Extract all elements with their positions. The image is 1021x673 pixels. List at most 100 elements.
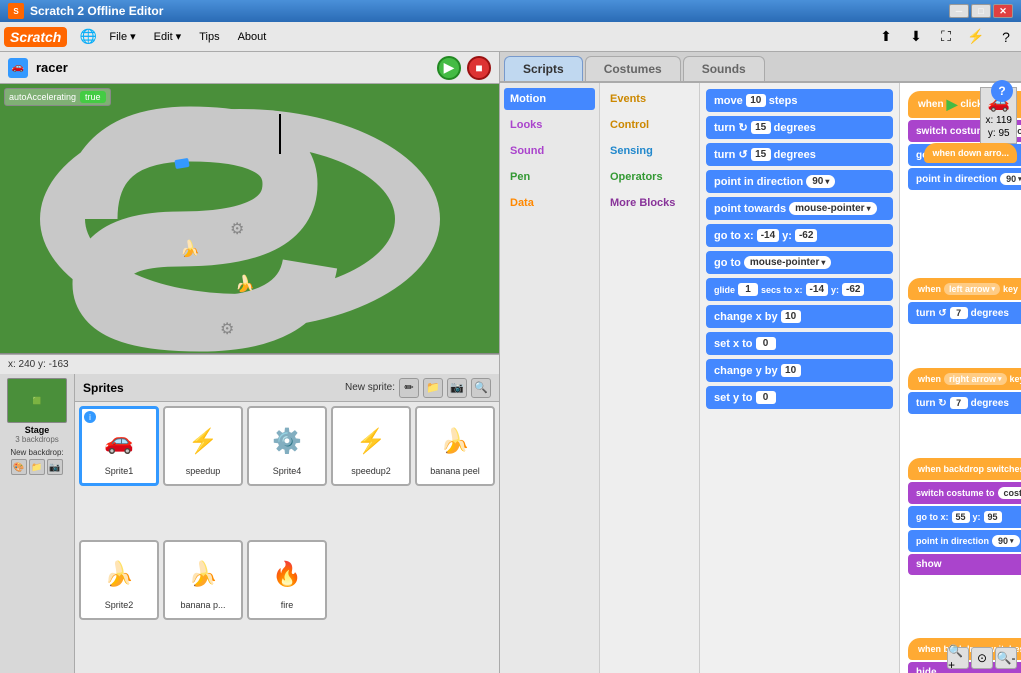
sblock-goto-55-95-2[interactable]: go to x: 55 y: 95	[908, 506, 1021, 528]
palette-item-operators[interactable]: Operators	[604, 166, 695, 188]
sblock-right-arrow[interactable]: when right arrow key pressed	[908, 368, 1021, 390]
sblock-turn-cw-7[interactable]: turn ↻ 7 degrees	[908, 392, 1021, 414]
block-point-towards[interactable]: point towards mouse-pointer	[706, 197, 893, 220]
sprite-thumb-name-sprite4: Sprite4	[273, 466, 302, 476]
new-backdrop-label: New backdrop:	[10, 448, 63, 457]
block-goto-xy[interactable]: go to x: -14 y: -62	[706, 224, 893, 247]
zoom-reset-btn[interactable]: ⊙	[971, 647, 993, 669]
file-menu[interactable]: File ▾	[101, 26, 143, 47]
block-move[interactable]: move 10 steps	[706, 89, 893, 112]
sprite-thumb-banana-p[interactable]: 🍌 banana p...	[163, 540, 243, 620]
block-point-dir-dropdown[interactable]: 90	[806, 175, 835, 188]
block-set-x[interactable]: set x to 0	[706, 332, 893, 355]
edit-menu[interactable]: Edit ▾	[146, 26, 190, 47]
block-change-x[interactable]: change x by 10	[706, 305, 893, 328]
palette-item-sensing[interactable]: Sensing	[604, 140, 695, 162]
tab-scripts[interactable]: Scripts	[504, 56, 583, 81]
sprite-thumb-name-speedup2: speedup2	[351, 466, 391, 476]
costume2-dropdown[interactable]: costume1	[998, 487, 1021, 499]
script-group-2: when left arrow key pressed turn ↺ 7 deg…	[908, 278, 1021, 324]
sprite-thumb-speedup[interactable]: ⚡ speedup	[163, 406, 243, 486]
palette-left: Motion Looks Sound Pen Data	[500, 83, 600, 673]
stage-header: 🚗 racer ▶ ■	[0, 52, 499, 84]
stop-button[interactable]: ■	[467, 56, 491, 80]
palette-item-more[interactable]: More Blocks	[604, 192, 695, 214]
download-icon[interactable]: ⬇	[905, 26, 927, 48]
sprite-thumb-name-sprite1: Sprite1	[105, 466, 134, 476]
camera-backdrop-btn[interactable]: 📷	[47, 459, 63, 475]
gear-sprite-1: ⚙	[230, 219, 244, 239]
green-flag-button[interactable]: ▶	[437, 56, 461, 80]
paint-sprite-btn[interactable]: ✏	[399, 378, 419, 398]
sblock-point-dir-90-2[interactable]: point in direction 90	[908, 530, 1021, 552]
camera-sprite-btn[interactable]: 📷	[447, 378, 467, 398]
backdrop-actions: 🎨 📁 📷	[11, 459, 63, 475]
maximize-button[interactable]: □	[971, 4, 991, 18]
paint-backdrop-btn[interactable]: 🎨	[11, 459, 27, 475]
upload-sprite-btn[interactable]: 📁	[423, 378, 443, 398]
sprite-thumb-banana-peel[interactable]: 🍌 banana peel	[415, 406, 495, 486]
sprite-thumb-sprite1[interactable]: i 🚗 Sprite1	[79, 406, 159, 486]
coord-bar: x: 240 y: -163	[0, 354, 499, 374]
block-point-towards-dropdown[interactable]: mouse-pointer	[789, 202, 876, 215]
block-glide[interactable]: glide 1 secs to x: -14 y: -62	[706, 278, 893, 301]
about-menu[interactable]: About	[230, 27, 275, 47]
zoom-out-btn[interactable]: 🔍-	[995, 647, 1017, 669]
tab-costumes[interactable]: Costumes	[585, 56, 681, 81]
sblock-turn-ccw-7[interactable]: turn ↺ 7 degrees	[908, 302, 1021, 324]
blocks-list: move 10 steps turn ↻ 15 degrees turn ↺ 1…	[700, 83, 900, 673]
right-arrow-dropdown[interactable]: right arrow	[944, 373, 1007, 385]
stage-canvas: autoAccelerating true 🍌 🍌 ⚙ ⚙	[0, 84, 499, 354]
sprite-thumb-speedup2[interactable]: ⚡ speedup2	[331, 406, 411, 486]
close-button[interactable]: ✕	[993, 4, 1013, 18]
help-icon[interactable]: ?	[995, 26, 1017, 48]
right-panel: Scripts Costumes Sounds Motion Looks Sou…	[500, 52, 1021, 673]
sblock-show[interactable]: show	[908, 554, 1021, 575]
turbo-icon[interactable]: ⚡	[965, 26, 987, 48]
tips-menu[interactable]: Tips	[191, 27, 227, 47]
block-goto[interactable]: go to mouse-pointer	[706, 251, 893, 274]
upload-backdrop-btn[interactable]: 📁	[29, 459, 45, 475]
sprite-info-xy: x: 119	[985, 115, 1012, 126]
sblock-left-arrow[interactable]: when left arrow key pressed	[908, 278, 1021, 300]
stage-mini-preview[interactable]: 🟩	[7, 378, 67, 423]
sprite-thumb-img-sprite2: 🍌	[94, 550, 144, 600]
fullscreen-icon[interactable]: ⛶	[935, 26, 957, 48]
dir-dropdown-90b[interactable]: 90	[992, 535, 1020, 547]
sblock-down-arrow-partial[interactable]: when down arro...	[924, 143, 1017, 163]
main-layout: 🚗 racer ▶ ■ autoAccelerating	[0, 52, 1021, 673]
block-turn-ccw[interactable]: turn ↺ 15 degrees	[706, 143, 893, 166]
palette-item-control[interactable]: Control	[604, 114, 695, 136]
palette-item-pen[interactable]: Pen	[504, 166, 595, 188]
palette-item-looks[interactable]: Looks	[504, 114, 595, 136]
left-arrow-dropdown[interactable]: left arrow	[944, 283, 1000, 295]
upload-icon[interactable]: ⬆	[875, 26, 897, 48]
tab-sounds[interactable]: Sounds	[683, 56, 765, 81]
sprite-thumb-sprite4[interactable]: ⚙️ Sprite4	[247, 406, 327, 486]
banana-sprite-2: 🍌	[235, 274, 255, 294]
block-change-y[interactable]: change y by 10	[706, 359, 893, 382]
variable-display: autoAccelerating true	[4, 88, 111, 106]
search-sprite-btn[interactable]: 🔍	[471, 378, 491, 398]
script-group-3: when right arrow key pressed turn ↻ 7 de…	[908, 368, 1021, 414]
globe-icon[interactable]: 🌐	[77, 26, 99, 48]
zoom-controls: 🔍+ ⊙ 🔍-	[947, 647, 1017, 669]
zoom-in-btn[interactable]: 🔍+	[947, 647, 969, 669]
sprite-thumb-fire[interactable]: 🔥 fire	[247, 540, 327, 620]
block-goto-dropdown[interactable]: mouse-pointer	[744, 256, 831, 269]
minimize-button[interactable]: ─	[949, 4, 969, 18]
palette-item-data[interactable]: Data	[504, 192, 595, 214]
dir-dropdown-90[interactable]: 90	[1000, 173, 1021, 185]
help-question-btn[interactable]: ?	[991, 83, 1013, 102]
palette-item-events[interactable]: Events	[604, 88, 695, 110]
sblock-switch-costume2[interactable]: switch costume to costume1	[908, 482, 1021, 504]
sprite-thumb-sprite2[interactable]: 🍌 Sprite2	[79, 540, 159, 620]
scratch-logo: Scratch	[4, 27, 67, 47]
block-turn-cw[interactable]: turn ↻ 15 degrees	[706, 116, 893, 139]
palette-item-motion[interactable]: Motion	[504, 88, 595, 110]
sblock-backdrop1[interactable]: when backdrop switches to backdrop1	[908, 458, 1021, 480]
block-set-y[interactable]: set y to 0	[706, 386, 893, 409]
palette-item-sound[interactable]: Sound	[504, 140, 595, 162]
block-point-dir[interactable]: point in direction 90	[706, 170, 893, 193]
sblock-point-dir-90[interactable]: point in direction 90	[908, 168, 1021, 190]
